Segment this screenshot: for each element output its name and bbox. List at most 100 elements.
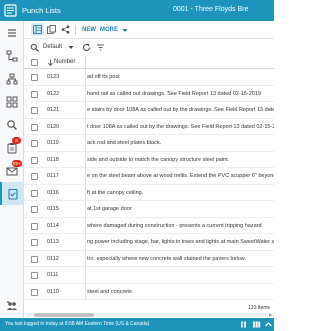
punch-list-app-icon	[4, 4, 17, 17]
column-header-number[interactable]: Number	[54, 59, 75, 65]
column-divider	[85, 118, 86, 135]
share-icon	[61, 25, 70, 34]
table-row[interactable]: 0120 t door 108A as called out by the dra…	[24, 118, 274, 135]
row-checkbox[interactable]	[31, 272, 38, 279]
notification-badge: 8	[12, 137, 21, 144]
sidebar-item-search[interactable]	[0, 113, 24, 136]
status-footer: You last logged in today at 8:58 AM East…	[0, 318, 274, 331]
row-number: 0118	[47, 156, 59, 163]
copy-button[interactable]	[45, 23, 58, 36]
row-description: at 1st garage door	[87, 206, 132, 212]
row-number: 0113	[47, 239, 59, 245]
list-view-icon	[33, 25, 42, 34]
filter-icon[interactable]	[96, 43, 105, 52]
sort-descending-icon[interactable]	[48, 59, 53, 66]
row-checkbox[interactable]	[31, 255, 38, 263]
table-row[interactable]: 0122 hand rail as called out drawings. Se…	[24, 85, 274, 102]
column-divider	[85, 250, 86, 267]
row-checkbox[interactable]	[31, 239, 38, 246]
column-divider	[85, 151, 86, 168]
table-row[interactable]: 0116 ft at the canopy ceiling.	[24, 184, 274, 201]
grid-rows: 0123 ad off its post 0122 hand rail as call…	[24, 69, 274, 300]
scrollbar-thumb[interactable]	[34, 313, 94, 317]
row-description: steel and concrete	[87, 288, 132, 295]
row-number: 0119	[47, 140, 59, 146]
chevron-up-icon[interactable]	[264, 320, 273, 329]
sidebar-item-punch-lists[interactable]	[0, 182, 24, 205]
row-number: 0111	[47, 272, 59, 278]
row-checkbox[interactable]	[31, 74, 38, 81]
sidebar-menu-button[interactable]	[0, 21, 24, 44]
row-number: 0120	[47, 123, 60, 130]
org-chart-icon	[6, 73, 18, 84]
add-users-icon	[7, 300, 17, 310]
pause-icon[interactable]	[239, 320, 248, 329]
table-row[interactable]: 0115 at 1st garage door	[24, 201, 274, 218]
more-chevron-down-icon	[122, 29, 128, 32]
sidebar-item-dashboard[interactable]	[0, 90, 24, 113]
column-divider	[85, 135, 86, 152]
table-row[interactable]: 0114 where damaged during construction - …	[24, 217, 274, 234]
project-title[interactable]: 0001 - Three Floyds Bre	[173, 6, 248, 13]
grid-header: Number	[24, 56, 274, 69]
column-divider	[85, 85, 86, 102]
sidebar-item-mail[interactable]: 99+	[0, 159, 24, 182]
row-checkbox[interactable]	[31, 206, 38, 213]
view-select-chevron-down-icon[interactable]	[68, 45, 74, 50]
table-row[interactable]: 0121 e stairs by door 108A as called out …	[24, 102, 274, 119]
refresh-icon[interactable]	[82, 43, 91, 52]
new-button[interactable]: NEW	[82, 27, 96, 33]
row-checkbox[interactable]	[31, 189, 38, 197]
list-view-button[interactable]	[31, 23, 44, 36]
sidebar-item-clipboard[interactable]: 8	[0, 136, 24, 159]
sidebar-item-hierarchy[interactable]	[0, 44, 24, 67]
scroll-right-arrow-icon[interactable]	[268, 313, 273, 317]
search-icon[interactable]	[30, 43, 39, 52]
search-icon	[7, 119, 17, 130]
row-checkbox[interactable]	[31, 156, 38, 164]
row-checkbox[interactable]	[31, 90, 38, 98]
column-divider	[85, 267, 86, 284]
row-number: 0123	[47, 74, 60, 80]
row-checkbox[interactable]	[31, 288, 38, 296]
table-row[interactable]: 0119 ack rod and steel plates black.	[24, 135, 274, 152]
view-select[interactable]: Default	[43, 44, 62, 50]
row-number: 0114	[47, 222, 59, 229]
table-row[interactable]: 0118 side and outside to match the canopy…	[24, 151, 274, 168]
select-all-checkbox[interactable]	[31, 59, 38, 66]
row-description: ng power including stage, bar, lights in…	[87, 239, 274, 245]
row-description: where damaged during construction - pres…	[87, 222, 262, 229]
sidebar-item-org-chart[interactable]	[0, 67, 24, 90]
column-divider	[85, 184, 86, 201]
app-title: Punch Lists	[22, 6, 61, 15]
horizontal-scrollbar[interactable]	[26, 313, 266, 317]
punch-list-grid: Number 0123 ad off its post 0122 hand rail …	[24, 56, 274, 313]
share-button[interactable]	[59, 23, 72, 36]
table-row[interactable]: 0112 tro, especially where new concrete w…	[24, 250, 274, 267]
more-button[interactable]: MORE	[100, 27, 118, 33]
row-description: t door 108A as called out by the drawing…	[87, 123, 274, 130]
table-row[interactable]: 0117 e on the steel beam above at wood tr…	[24, 168, 274, 185]
hierarchy-icon	[6, 50, 18, 61]
column-divider	[85, 201, 86, 218]
row-checkbox[interactable]	[31, 107, 38, 114]
row-checkbox[interactable]	[31, 173, 38, 180]
sidebar: 8 99+	[0, 21, 24, 322]
table-row[interactable]: 0110 steel and concrete	[24, 283, 274, 300]
row-number: 0121	[47, 107, 60, 113]
row-number: 0112	[47, 255, 59, 262]
row-checkbox[interactable]	[31, 140, 38, 147]
table-row[interactable]: 0113 ng power including stage, bar, light…	[24, 234, 274, 251]
columns-icon[interactable]	[252, 320, 261, 329]
table-row[interactable]: 0123 ad off its post	[24, 69, 274, 86]
row-description: ad off its post	[87, 74, 120, 80]
row-description: hand rail as called out drawings. See Fi…	[87, 90, 261, 97]
table-row[interactable]: 0111	[24, 267, 274, 284]
last-login-text: You last logged in today at 8:58 AM East…	[5, 321, 150, 327]
sidebar-item-add-users[interactable]	[0, 294, 24, 317]
row-number: 0116	[47, 189, 59, 196]
row-checkbox[interactable]	[31, 123, 38, 131]
row-checkbox[interactable]	[31, 222, 38, 230]
app-header: Punch Lists 0001 - Three Floyds Bre	[0, 0, 274, 21]
row-description: side and outside to match the canopy str…	[87, 156, 230, 163]
